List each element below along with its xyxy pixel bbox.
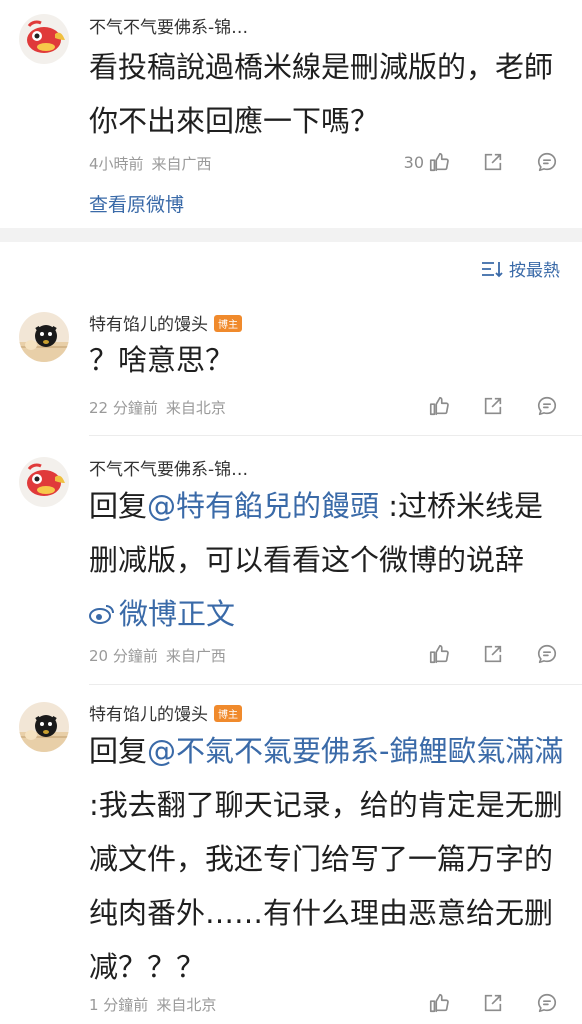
reply-prefix: 回复 [89,489,148,523]
reply-body: :我去翻了聊天记录，给的肯定是无删减文件，我还专门给写了一篇万字的纯肉番外……有… [89,788,563,984]
comment-actions [396,992,558,1014]
weibo-logo-icon [89,605,114,624]
comment-icon [536,151,558,173]
comment-text: 看投稿說過橋米線是刪減版的，老師你不出來回應一下嗎？ [89,50,554,138]
thumbs-up-icon [428,151,450,173]
username[interactable]: 特有馅儿的馒头 博主 [89,310,242,335]
author-badge: 博主 [214,705,242,722]
username-text: 特有馅儿的馒头 [89,705,208,725]
comment-meta: 1 分鐘前 来自北京 [89,994,216,1015]
comment-meta: 20 分鐘前 来自广西 [89,645,226,666]
reply-prefix: 回复 [89,734,148,768]
sort-icon [482,261,503,277]
row-divider [89,684,582,685]
share-button[interactable] [482,151,504,173]
carp-avatar-image [19,457,69,507]
comment-button[interactable] [536,151,558,173]
like-button[interactable]: 30 [404,151,450,173]
comment-icon [536,992,558,1014]
comment-time: 1 分鐘前 [89,996,149,1014]
username[interactable]: 不气不气要佛系-锦… [89,13,248,38]
comment-text: ？啥意思？ [89,343,235,377]
comment-time: 22 分鐘前 [89,399,158,417]
mention-link[interactable]: @特有餡兒的饅頭 [147,489,379,523]
comment-text: 回复@不氣不氣要佛系-錦鯉歐氣滿滿 :我去翻了聊天记录，给的肯定是无删减文件，我… [89,724,564,994]
avatar[interactable] [19,702,69,752]
share-icon [482,395,504,417]
username-text: 特有馅儿的馒头 [89,315,208,335]
comment-actions: 30 [372,151,558,173]
weibo-post-link[interactable]: 微博正文 [89,587,235,641]
thumbs-up-icon [428,643,450,665]
comment-location: 来自广西 [165,647,226,665]
username[interactable]: 不气不气要佛系-锦… [89,455,248,480]
view-original-weibo-link[interactable]: 查看原微博 [89,190,184,217]
comment-time: 20 分鐘前 [89,647,158,665]
comment-location: 来自北京 [156,996,217,1014]
sort-toggle[interactable]: 按最熱 [481,256,560,281]
comment-button[interactable] [536,992,558,1014]
comment-meta: 22 分鐘前 来自北京 [89,397,226,418]
username[interactable]: 特有馅儿的馒头 博主 [89,700,242,725]
bun-avatar-image [19,312,69,362]
avatar[interactable] [19,312,69,362]
sort-label: 按最熱 [509,261,560,281]
comment-actions [396,643,558,665]
comment-time: 4小時前 [89,155,144,173]
share-button[interactable] [482,643,504,665]
share-icon [482,992,504,1014]
section-divider [0,228,582,242]
like-button[interactable] [428,395,450,417]
thumbs-up-icon [428,992,450,1014]
author-badge: 博主 [214,315,242,332]
comment-location: 来自广西 [151,155,212,173]
comment-icon [536,395,558,417]
comment-icon [536,643,558,665]
share-icon [482,151,504,173]
comment-location: 来自北京 [165,399,226,417]
bun-avatar-image [19,702,69,752]
comment-button[interactable] [536,395,558,417]
avatar[interactable] [19,14,69,64]
comment-actions [396,395,558,417]
avatar[interactable] [19,457,69,507]
share-button[interactable] [482,395,504,417]
carp-avatar-image [19,14,69,64]
like-count: 30 [403,152,424,172]
share-icon [482,643,504,665]
comment-meta: 4小時前 来自广西 [89,153,212,174]
row-divider [89,435,582,436]
comment-text: 回复@特有餡兒的饅頭 :过桥米线是删减版，可以看看这个微博的说辞 微博正文 [89,479,564,642]
thumbs-up-icon [428,395,450,417]
mention-link[interactable]: @不氣不氣要佛系-錦鯉歐氣滿滿 [147,734,563,768]
weibo-post-label: 微博正文 [119,597,236,631]
share-button[interactable] [482,992,504,1014]
like-button[interactable] [428,643,450,665]
comment-button[interactable] [536,643,558,665]
like-button[interactable] [428,992,450,1014]
